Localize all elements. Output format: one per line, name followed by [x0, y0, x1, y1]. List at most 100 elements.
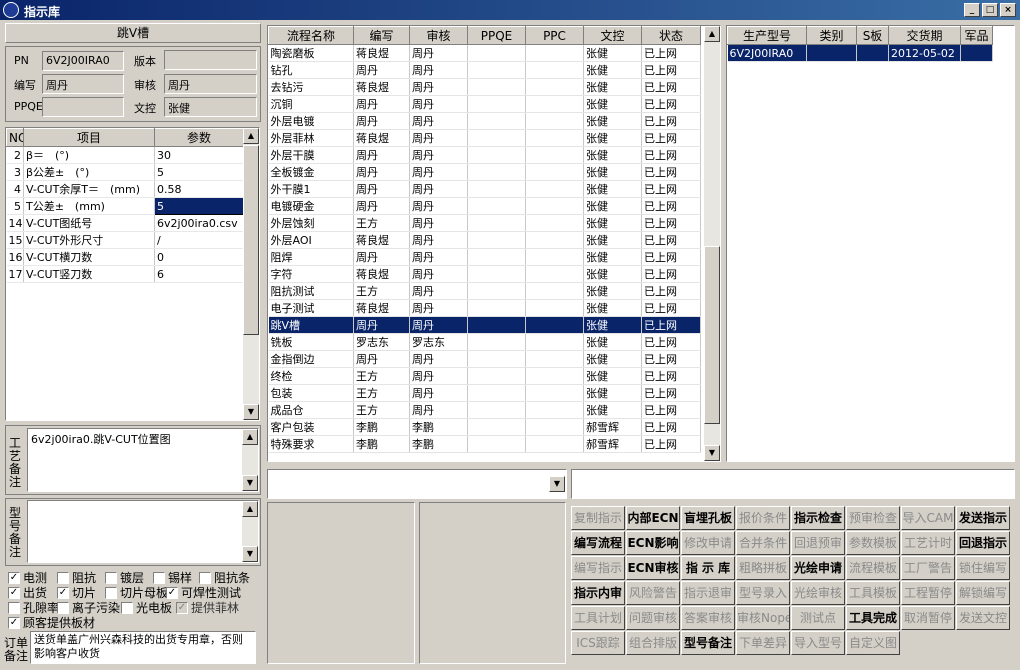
action-button[interactable]: 答案审核 [681, 606, 735, 630]
flow-col-writer[interactable]: 编写 [353, 26, 410, 45]
close-button[interactable]: × [1000, 3, 1016, 17]
minimize-button[interactable]: _ [964, 3, 980, 17]
action-button[interactable]: 发送文控 [956, 606, 1010, 630]
checkmark-icon[interactable]: ✓ [8, 586, 20, 599]
flow-row[interactable]: 终检 王方 周丹 张健 已上网 [268, 367, 701, 385]
flow-row[interactable]: 外层AOI 蒋良煜 周丹 张健 已上网 [268, 231, 701, 249]
action-button[interactable]: 流程模板 [846, 556, 900, 580]
checkbox-empty-icon[interactable] [57, 571, 69, 584]
action-button[interactable]: 指示内审 [571, 581, 625, 605]
param-row[interactable]: 2 β＝ (°) 30 [6, 146, 244, 164]
action-button[interactable]: 组合排版 [626, 631, 680, 655]
action-button[interactable]: 光绘申请 [791, 556, 845, 580]
flow-col-ppqe[interactable]: PPQE [467, 26, 526, 45]
checkbox-empty-icon[interactable] [57, 601, 69, 614]
process-note-field[interactable]: 6v2j00ira0.跳V-CUT位置图 ▲ ▼ [27, 428, 259, 492]
action-button[interactable]: 预审检查 [846, 506, 900, 530]
doc-control-field[interactable]: 张健 [164, 97, 257, 117]
param-value[interactable]: 6 [154, 265, 244, 283]
action-button[interactable]: 工程暂停 [901, 581, 955, 605]
action-button[interactable]: 下单差异 [736, 631, 790, 655]
action-button[interactable]: ICS跟踪 [571, 631, 625, 655]
flow-col-ppc[interactable]: PPC [525, 26, 584, 45]
orders-col-delivery[interactable]: 交货期 [888, 26, 961, 45]
orders-col-type[interactable]: 类别 [806, 26, 857, 45]
flow-row[interactable]: 金指倒边 周丹 周丹 张健 已上网 [268, 350, 701, 368]
action-button[interactable]: 测试点 [791, 606, 845, 630]
param-row[interactable]: 5 T公差± (mm) 5 [6, 197, 244, 215]
flow-row[interactable]: 沉铜 周丹 周丹 张健 已上网 [268, 95, 701, 113]
action-button[interactable]: 风险警告 [626, 581, 680, 605]
action-button[interactable]: 指示检查 [791, 506, 845, 530]
orders-col-sboard[interactable]: S板 [856, 26, 889, 45]
action-button[interactable]: 工具计划 [571, 606, 625, 630]
orders-col-model[interactable]: 生产型号 [727, 26, 807, 45]
flow-row[interactable]: 陶瓷磨板 蒋良煜 周丹 张健 已上网 [268, 44, 701, 62]
action-button[interactable]: 锁住编写 [956, 556, 1010, 580]
param-value[interactable]: / [154, 231, 244, 249]
order-row[interactable]: 6V2J00IRA0 2012-05-02 [727, 44, 993, 62]
scroll-up-icon[interactable]: ▲ [243, 128, 259, 144]
param-row[interactable]: 17 V-CUT竖刀数 6 [6, 265, 244, 283]
flow-col-reviewer[interactable]: 审核 [409, 26, 468, 45]
checkbox-empty-icon[interactable] [105, 571, 117, 584]
flow-row[interactable]: 电子测试 蒋良煜 周丹 张健 已上网 [268, 299, 701, 317]
action-button[interactable]: 取消暂停 [901, 606, 955, 630]
action-button[interactable]: 指示退审 [681, 581, 735, 605]
scroll-down-icon[interactable]: ▼ [242, 475, 258, 491]
action-button[interactable]: 解锁编写 [956, 581, 1010, 605]
flow-row[interactable]: 特殊要求 李鹏 李鹏 郝雪辉 已上网 [268, 435, 701, 453]
flow-col-status[interactable]: 状态 [641, 26, 701, 45]
checkbox-empty-icon[interactable] [199, 571, 211, 584]
action-button[interactable]: 修改申请 [681, 531, 735, 555]
checkbox-empty-icon[interactable] [8, 601, 20, 614]
checkmark-icon[interactable]: ✓ [57, 586, 69, 599]
param-row[interactable]: 3 β公差± (°) 5 [6, 163, 244, 181]
action-button[interactable]: 型号录入 [736, 581, 790, 605]
checkbox-empty-icon[interactable] [121, 601, 133, 614]
params-scrollbar[interactable]: ▲ ▼ [243, 128, 259, 420]
action-button[interactable]: 粗略拼板 [736, 556, 790, 580]
scroll-down-icon[interactable]: ▼ [243, 404, 259, 420]
flow-row[interactable]: 外层菲林 蒋良煜 周丹 张健 已上网 [268, 129, 701, 147]
param-value[interactable]: 0.58 [154, 180, 244, 198]
action-button[interactable]: 回退预审 [791, 531, 845, 555]
action-button[interactable]: 参数模板 [846, 531, 900, 555]
action-button[interactable]: 工艺计时 [901, 531, 955, 555]
flow-row[interactable]: 去钻污 蒋良煜 周丹 张健 已上网 [268, 78, 701, 96]
action-button[interactable]: 合并条件 [736, 531, 790, 555]
chevron-down-icon[interactable]: ▼ [549, 476, 565, 492]
param-row[interactable]: 16 V-CUT横刀数 0 [6, 248, 244, 266]
ppqe-field[interactable] [42, 97, 124, 117]
maximize-button[interactable]: □ [982, 3, 998, 17]
flow-col-doc[interactable]: 文控 [583, 26, 642, 45]
scroll-up-icon[interactable]: ▲ [242, 501, 258, 517]
action-button[interactable]: 回退指示 [956, 531, 1010, 555]
scroll-down-icon[interactable]: ▼ [242, 546, 258, 562]
action-button[interactable]: 发送指示 [956, 506, 1010, 530]
scroll-down-icon[interactable]: ▼ [704, 445, 720, 461]
params-col-no[interactable]: NO [6, 128, 24, 147]
action-button[interactable]: ECN影响 [626, 531, 680, 555]
checkbox-option[interactable]: ✓ 提供菲林 [176, 599, 239, 616]
flow-row[interactable]: 外层干膜 周丹 周丹 张健 已上网 [268, 146, 701, 164]
version-field[interactable] [164, 50, 257, 70]
action-button[interactable]: 工具模板 [846, 581, 900, 605]
param-value[interactable]: 5 [154, 197, 244, 215]
orders-col-military[interactable]: 军品 [960, 26, 993, 45]
action-button[interactable]: 编写指示 [571, 556, 625, 580]
checkmark-icon[interactable]: ✓ [8, 616, 20, 629]
param-row[interactable]: 15 V-CUT外形尺寸 / [6, 231, 244, 249]
action-button[interactable]: 盲埋孔板 [681, 506, 735, 530]
flow-col-name[interactable]: 流程名称 [268, 26, 354, 45]
flow-row[interactable]: 客户包装 李鹏 李鹏 郝雪辉 已上网 [268, 418, 701, 436]
action-button[interactable]: 型号备注 [681, 631, 735, 655]
flow-row[interactable]: 外干膜1 周丹 周丹 张健 已上网 [268, 180, 701, 198]
checkmark-icon[interactable]: ✓ [166, 586, 178, 599]
scroll-up-icon[interactable]: ▲ [242, 429, 258, 445]
action-button[interactable]: 光绘审核 [791, 581, 845, 605]
action-button[interactable]: 导入CAM [901, 506, 955, 530]
flow-combo[interactable]: ▼ [267, 469, 567, 499]
action-button[interactable]: 报价条件 [736, 506, 790, 530]
flow-row[interactable]: 外层电镀 周丹 周丹 张健 已上网 [268, 112, 701, 130]
